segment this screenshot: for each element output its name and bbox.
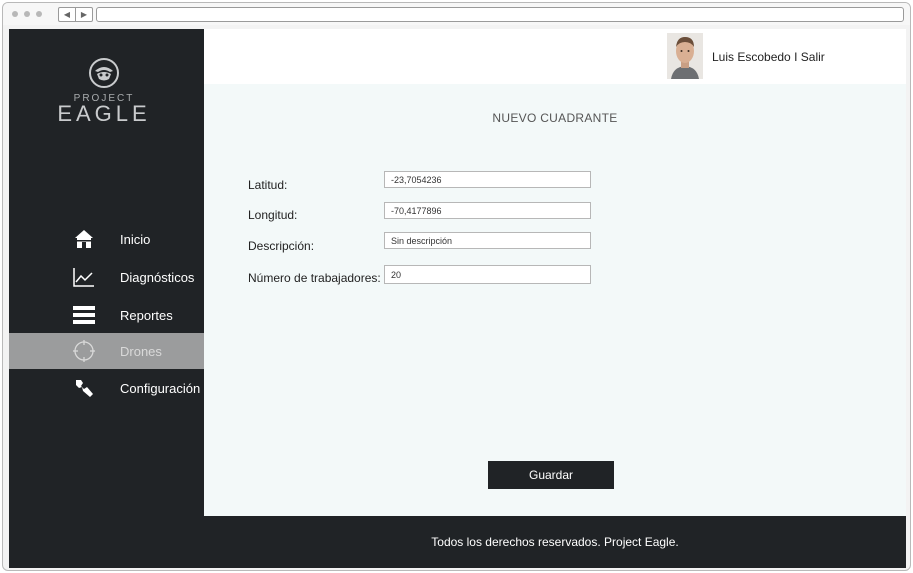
workers-field[interactable]: 20 — [384, 265, 591, 284]
eagle-emblem-icon — [88, 57, 120, 89]
address-bar[interactable] — [96, 7, 904, 22]
main-content: NUEVO CUADRANTE Latitud: -23,7054236 Lon… — [204, 84, 906, 516]
sidebar-item-label: Reportes — [120, 307, 173, 323]
top-bar: Luis Escobedo I Salir — [204, 29, 906, 84]
logout-link[interactable]: Salir — [801, 50, 825, 64]
home-icon — [73, 228, 95, 250]
browser-titlebar: ◀ ▶ — [3, 3, 910, 25]
logo-eagle-text: EAGLE — [57, 101, 151, 126]
browser-nav-buttons: ◀ ▶ — [58, 7, 93, 22]
page-title: NUEVO CUADRANTE — [492, 111, 618, 125]
user-separator: I — [794, 50, 798, 64]
sidebar-item-label: Diagnósticos — [120, 269, 195, 285]
sidebar-item-label: Drones — [120, 343, 162, 359]
crosshair-icon — [73, 340, 95, 362]
back-arrow-icon[interactable]: ◀ — [59, 8, 75, 21]
wrench-icon — [73, 377, 95, 399]
project-eagle-logo[interactable]: PROJECT EAGLE — [49, 57, 159, 137]
latitude-field[interactable]: -23,7054236 — [384, 171, 591, 188]
sidebar-item-drones[interactable]: Drones — [9, 333, 204, 369]
chart-icon — [73, 266, 95, 288]
close-window-dot[interactable] — [12, 11, 18, 17]
maximize-window-dot[interactable] — [36, 11, 42, 17]
longitude-field[interactable]: -70,4177896 — [384, 202, 591, 219]
browser-window: ◀ ▶ PROJECT EAGLE Inicio Diagnósticos Re… — [2, 2, 911, 571]
list-icon — [73, 304, 95, 326]
footer: Todos los derechos reservados. Project E… — [204, 516, 906, 568]
sidebar: PROJECT EAGLE Inicio Diagnósticos Report… — [9, 29, 204, 516]
minimize-window-dot[interactable] — [24, 11, 30, 17]
forward-arrow-icon[interactable]: ▶ — [75, 8, 92, 21]
sidebar-item-configuracion[interactable]: Configuración — [9, 370, 204, 406]
avatar[interactable] — [667, 33, 703, 79]
sidebar-item-label: Configuración — [120, 380, 201, 396]
user-menu: Luis Escobedo I Salir — [712, 50, 825, 64]
sidebar-item-label: Inicio — [120, 231, 151, 247]
app: PROJECT EAGLE Inicio Diagnósticos Report… — [9, 29, 906, 568]
description-label: Descripción: — [248, 239, 315, 253]
footer-text: Todos los derechos reservados. Project E… — [431, 535, 679, 549]
sidebar-item-inicio[interactable]: Inicio — [9, 221, 204, 257]
latitude-label: Latitud: — [248, 178, 288, 192]
sidebar-item-reportes[interactable]: Reportes — [9, 297, 204, 333]
description-field[interactable]: Sin descripción — [384, 232, 591, 249]
user-name[interactable]: Luis Escobedo — [712, 50, 791, 64]
save-button[interactable]: Guardar — [488, 461, 614, 489]
longitude-label: Longitud: — [248, 208, 298, 222]
workers-label: Número de trabajadores: — [248, 271, 381, 285]
sidebar-item-diagnosticos[interactable]: Diagnósticos — [9, 259, 204, 295]
